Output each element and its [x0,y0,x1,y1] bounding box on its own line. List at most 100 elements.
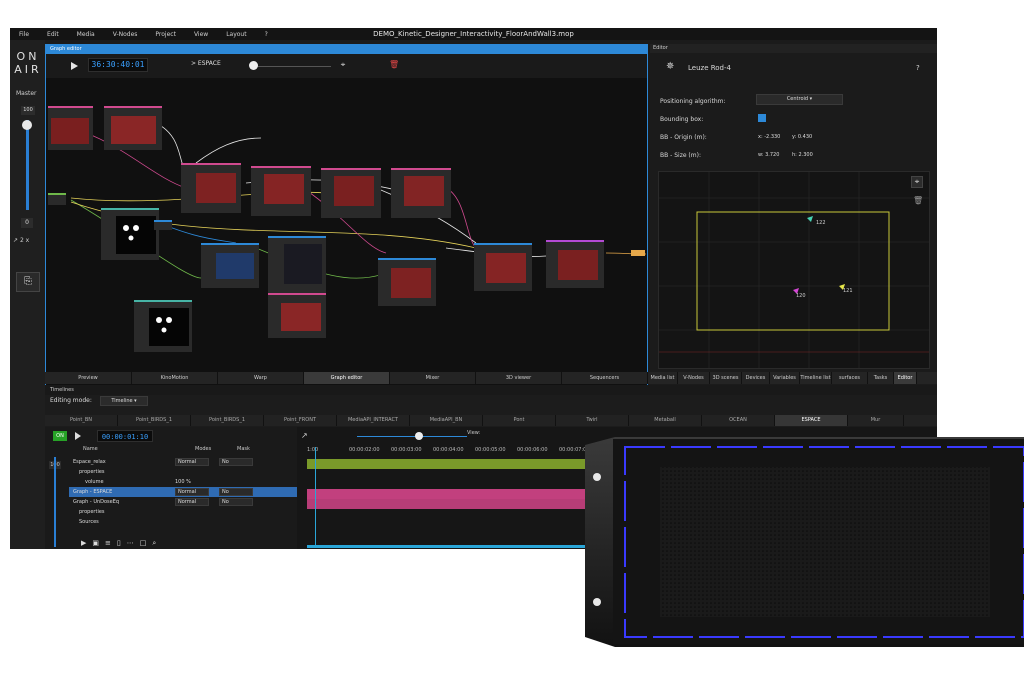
menu-view[interactable]: View [185,31,217,38]
layer-row[interactable]: Espace_relax Normal No [69,457,297,467]
curve-icon[interactable]: ↗ [301,431,308,440]
play-icon[interactable] [71,62,78,70]
tab-editor[interactable]: Editor [894,372,917,384]
trash-icon[interactable]: 🗑 [389,60,399,70]
tab-warp[interactable]: Warp [218,372,304,384]
menu-edit[interactable]: Edit [38,31,68,38]
bb-size-w[interactable]: w: 3.720 [758,152,779,158]
tab-preview[interactable]: Preview [45,372,132,384]
zero-value[interactable]: 0 [21,218,33,228]
bb-origin-y[interactable]: y: 0.430 [792,134,812,140]
scene-tab-active[interactable]: ESPACE [775,415,848,426]
menu-layout[interactable]: Layout [217,31,255,38]
help-icon[interactable]: ? [916,64,920,72]
volume-fader[interactable] [54,457,56,547]
tab-sequencers[interactable]: Sequencers [562,372,648,384]
tab-media-list[interactable]: Media list [648,372,678,384]
track-espace-relax[interactable] [307,459,597,469]
layer-row[interactable]: Graph - UnDoseEq Normal No [69,497,297,507]
scene-tab[interactable]: MediaAPI_INTERACT [337,415,410,426]
layer-row[interactable]: volume 100 % [69,477,297,487]
graph-timecode[interactable]: 36:30:40:01 [88,58,148,72]
graph-slider-knob[interactable] [249,61,258,70]
ruler-tick: 00:00:03:00 [391,447,422,453]
layer-row[interactable]: properties [69,507,297,517]
positioning-dropdown[interactable]: Centroid ▾ [756,94,843,105]
ruler-tick: 00:00:05:00 [475,447,506,453]
node-graph[interactable] [46,78,647,386]
tab-devices[interactable]: Devices [742,372,770,384]
menu-file[interactable]: File [10,31,38,38]
layer-name: properties [79,469,105,475]
tab-graph-editor[interactable]: Graph editor [304,372,390,384]
scene-tab[interactable]: Point_BIRDS_1 [191,415,264,426]
node-small-1 [154,220,172,230]
layer-mode[interactable]: Normal [175,498,209,506]
bb-size-h[interactable]: h: 2.300 [792,152,813,158]
menu-vnodes[interactable]: V-Nodes [104,31,147,38]
tab-mixer[interactable]: Mixer [390,372,476,384]
tab-3d-scenes[interactable]: 3D scenes [710,372,742,384]
master-fader-knob[interactable] [22,120,32,130]
layer-mode[interactable]: 100 % [175,477,191,487]
scene-tab[interactable]: Point_BIRDS_1 [118,415,191,426]
tracking-viewport[interactable]: 122 120 121 ⌖ 🗑 [658,171,930,369]
track-graph-undoseeq[interactable] [307,499,597,509]
menu-help[interactable]: ? [256,31,277,38]
recenter-icon[interactable]: ⌖ [911,176,923,188]
layer-mask[interactable]: No [219,498,253,506]
tab-variables[interactable]: Variables [770,372,800,384]
trash-icon[interactable]: 🗑 [913,196,923,205]
timeline-timecode[interactable]: 00:00:01:10 [97,430,153,442]
bb-origin-x[interactable]: x: -2.330 [758,134,780,140]
scene-tab[interactable]: Twirl [556,415,629,426]
scene-tab[interactable]: Point_BN [45,415,118,426]
track-progress[interactable] [307,545,597,548]
track-graph-espace[interactable] [307,489,597,499]
zoom-slider-track[interactable] [357,436,467,437]
layer-row[interactable]: Sources [69,517,297,527]
scene-tab[interactable]: Metaball [629,415,702,426]
tab-kinomotion[interactable]: KinoMotion [132,372,218,384]
master-fader-track[interactable] [26,120,29,210]
scene-tab[interactable]: OCEAN [702,415,775,426]
playhead[interactable] [315,447,316,547]
layer-mode[interactable]: Normal [175,458,209,466]
editor-tab[interactable]: Editor [650,44,937,53]
tab-surfaces[interactable]: surfaces [832,372,868,384]
bounding-box-checkbox[interactable] [758,114,766,122]
target-icon[interactable]: ⌖ [338,60,348,70]
editing-mode-dropdown[interactable]: Timeline ▾ [100,396,148,406]
tab-3d-viewer[interactable]: 3D viewer [476,372,562,384]
on-button[interactable]: ON [53,431,67,441]
master-value[interactable]: 100 [21,106,35,115]
link-icon[interactable]: ⎘ [16,272,40,292]
zoom-slider-knob[interactable] [415,432,423,440]
layer-mask[interactable]: No [219,458,253,466]
graph-editor-tab[interactable]: Graph editor [46,45,647,54]
tracking-grid[interactable]: 122 120 121 [659,172,929,368]
positioning-label: Positioning algorithm: [660,98,726,105]
tab-timeline-list[interactable]: Timeline list [800,372,832,384]
layer-toolbar[interactable]: ▶▣≡▯⋯□⌕ [81,539,162,548]
tab-vnodes[interactable]: V-Nodes [678,372,710,384]
layer-name: Espace_relax [73,459,106,465]
layer-row[interactable]: Graph - ESPACE Normal No [69,487,297,497]
scene-tab[interactable]: Pont [483,415,556,426]
editing-mode-label: Editing mode: [50,397,92,404]
layer-row[interactable]: properties [69,467,297,477]
layer-mask[interactable]: No [219,488,253,496]
tab-tasks[interactable]: Tasks [868,372,894,384]
graph-slider-track[interactable] [251,66,331,67]
scene-tab[interactable]: MediaAPI_BN [410,415,483,426]
layer-mode[interactable]: Normal [175,488,209,496]
node-video-12 [546,240,604,288]
scene-tab[interactable]: Mur [848,415,904,426]
marker-121: 121 [839,284,853,294]
play-icon[interactable] [75,432,81,440]
menu-bar: File Edit Media V-Nodes Project View Lay… [10,28,937,40]
menu-project[interactable]: Project [146,31,185,38]
scene-tab[interactable]: Point_FRONT [264,415,337,426]
bounding-box-rect[interactable] [696,211,890,331]
menu-media[interactable]: Media [68,31,104,38]
